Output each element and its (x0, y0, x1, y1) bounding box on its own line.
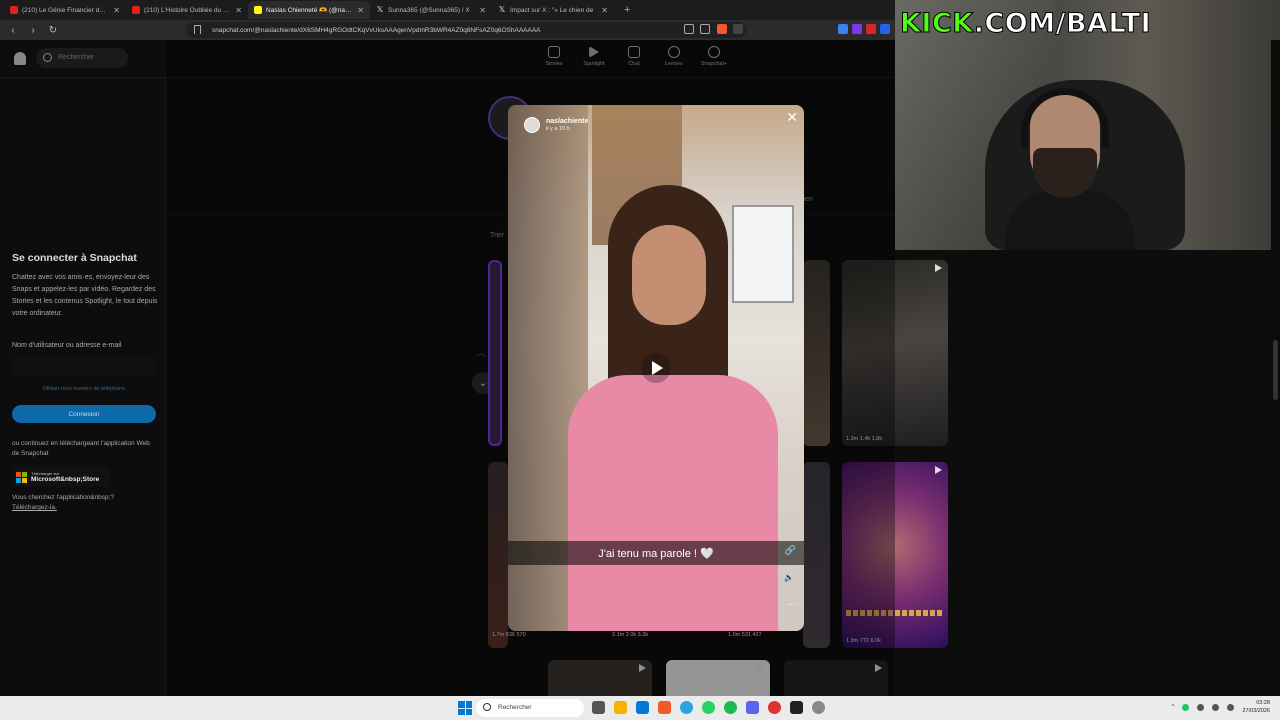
windows-taskbar: Rechercher ^ 03:28 27/03/2026 (0, 696, 1280, 720)
chevron-up-icon[interactable]: ^ (1172, 704, 1175, 710)
close-icon[interactable]: ✕ (357, 6, 364, 15)
x-icon: 𝕏 (376, 5, 384, 14)
reload-icon[interactable]: ↻ (46, 23, 60, 37)
app-download-link[interactable]: Téléchargez-la. (12, 503, 114, 513)
network-icon[interactable] (1197, 703, 1205, 711)
story-time: il y a 10 h (546, 126, 570, 132)
new-tab-icon[interactable]: + (624, 4, 630, 16)
tab-label: Sunna365 (@Sunna365) / X (388, 6, 470, 14)
browser-tab[interactable]: 𝕏 Sunna365 (@Sunna365) / X ✕ (370, 1, 492, 19)
taskbar-search[interactable]: Rechercher (476, 699, 584, 717)
tab-label: (210) L'Histoire Oubliée du Président (144, 6, 231, 14)
search-input[interactable]: Rechercher (36, 48, 128, 68)
reader-icon[interactable] (684, 24, 694, 34)
discord-icon[interactable] (746, 701, 759, 714)
extension-icon[interactable] (880, 24, 890, 34)
close-icon[interactable]: ✕ (235, 6, 242, 15)
extension-icon[interactable] (866, 24, 876, 34)
login-button[interactable]: Connexion (12, 405, 156, 423)
close-icon[interactable]: ✕ (113, 6, 120, 15)
brave-icon[interactable] (658, 701, 671, 714)
browser-tab[interactable]: (210) Le Génie Financier des Omeyya ✕ (4, 1, 126, 19)
username-field[interactable] (12, 358, 156, 376)
login-sidebar: Se connecter à Snapchat Chattez avec vos… (0, 78, 166, 696)
windows-start-icon[interactable] (458, 701, 472, 715)
tab-label: (210) Le Génie Financier des Omeyya (22, 6, 109, 14)
whatsapp-icon[interactable] (702, 701, 715, 714)
close-icon[interactable]: ✕ (786, 109, 798, 126)
signin-title: Se connecter à Snapchat (12, 252, 137, 264)
bookmark-icon[interactable] (194, 25, 201, 34)
close-icon[interactable]: ✕ (479, 6, 486, 15)
taskbar-search-placeholder: Rechercher (498, 704, 532, 711)
microsoft-logo-icon (16, 471, 27, 483)
telegram-icon[interactable] (680, 701, 693, 714)
phone-login-link[interactable]: Utiliser mon numéro de téléphone (12, 386, 156, 392)
browser-tab[interactable]: (210) L'Histoire Oubliée du Président ✕ (126, 1, 248, 19)
x-icon: 𝕏 (498, 5, 506, 14)
youtube-icon (132, 6, 140, 14)
signin-description: Chattez avec vos amis·es, envoyez-leur d… (12, 274, 158, 317)
url-text: snapchat.com/@naslachiente/dX6SMH4gRGOdt… (212, 26, 541, 34)
volume-icon[interactable] (1212, 703, 1220, 711)
settings-icon[interactable] (812, 701, 825, 714)
story-header: naslachiente il y a 10 h (524, 117, 588, 133)
task-view-icon[interactable] (592, 701, 605, 714)
clock[interactable]: 03:28 27/03/2026 (1242, 699, 1270, 715)
screen: (210) Le Génie Financier des Omeyya✕(210… (0, 0, 1280, 720)
microsoft-store-button[interactable]: Télécharger sur Microsoft&nbsp;Store (12, 467, 110, 487)
snapchat-icon (254, 6, 262, 14)
clock-time: 03:28 (1256, 700, 1270, 706)
scroll-thumb[interactable] (1273, 340, 1278, 400)
more-icon[interactable]: ⋯ (787, 599, 796, 610)
stream-overlay-text: KICK.COM/BALTI (900, 8, 1152, 40)
extension-icon[interactable] (838, 24, 848, 34)
notion-icon[interactable] (790, 701, 803, 714)
download-hint: ou continuez en téléchargeant l'applicat… (12, 440, 150, 457)
story-viewer[interactable]: naslachiente il y a 10 h ✕ J'ai tenu ma … (508, 105, 804, 631)
search-icon (43, 53, 52, 62)
spotify-icon[interactable] (724, 701, 737, 714)
battery-icon[interactable] (1227, 703, 1235, 711)
extension-icon[interactable] (852, 24, 862, 34)
sound-icon[interactable]: 🔈 (784, 573, 796, 583)
store-icon[interactable] (636, 701, 649, 714)
story-caption: J'ai tenu ma parole ! 🤍 (508, 541, 804, 565)
browser-toolbar: ‹ › ↻ snapchat.com/@naslachiente/dX6SMH4… (0, 20, 895, 40)
link-icon[interactable]: 🔗 (785, 545, 796, 556)
browser-tab[interactable]: 𝕏 Impact sur X : "« Le chien de ✕ (492, 1, 614, 19)
youtube-icon (10, 6, 18, 14)
clock-date: 27/03/2026 (1242, 708, 1270, 714)
username-label: Nom d'utilisateur ou adresse e-mail (12, 342, 122, 349)
play-icon (935, 466, 942, 474)
forward-icon[interactable]: › (26, 23, 40, 37)
snapchat-ghost-icon[interactable] (14, 52, 26, 65)
store-name: Microsoft&nbsp;Store (31, 476, 100, 483)
channel-text: .COM/BALTI (973, 8, 1152, 40)
file-explorer-icon[interactable] (614, 701, 627, 714)
play-icon (935, 264, 942, 272)
app-icon[interactable] (768, 701, 781, 714)
play-icon (652, 361, 663, 375)
story-username[interactable]: naslachiente (546, 118, 588, 125)
search-icon (483, 703, 491, 711)
system-tray: ^ 03:28 27/03/2026 (1172, 699, 1270, 715)
address-bar[interactable]: snapchat.com/@naslachiente/dX6SMH4gRGOdt… (186, 22, 746, 38)
back-icon[interactable]: ‹ (6, 23, 20, 37)
kick-logo-text: KICK (900, 8, 974, 40)
app-question: Vous cherchez l'application&nbsp;? Téléc… (12, 493, 114, 513)
tab-label: Impact sur X : "« Le chien de (510, 6, 594, 14)
status-icon[interactable] (1182, 703, 1190, 711)
app-question-text: Vous cherchez l'application&nbsp;? (12, 494, 115, 501)
warning-icon[interactable] (733, 24, 743, 34)
play-button[interactable] (641, 353, 671, 383)
browser-tab[interactable]: Naslas Chienneté 🫶 (@naslachiente)✕ (248, 1, 370, 19)
story-avatar[interactable] (524, 117, 540, 133)
tab-label: Naslas Chienneté 🫶 (@naslachiente) (266, 7, 354, 14)
share-icon[interactable] (700, 24, 710, 34)
brave-shield-icon[interactable] (717, 24, 727, 34)
close-icon[interactable]: ✕ (601, 6, 608, 15)
search-placeholder: Rechercher (58, 54, 95, 61)
page-scrollbar[interactable] (1271, 40, 1280, 696)
